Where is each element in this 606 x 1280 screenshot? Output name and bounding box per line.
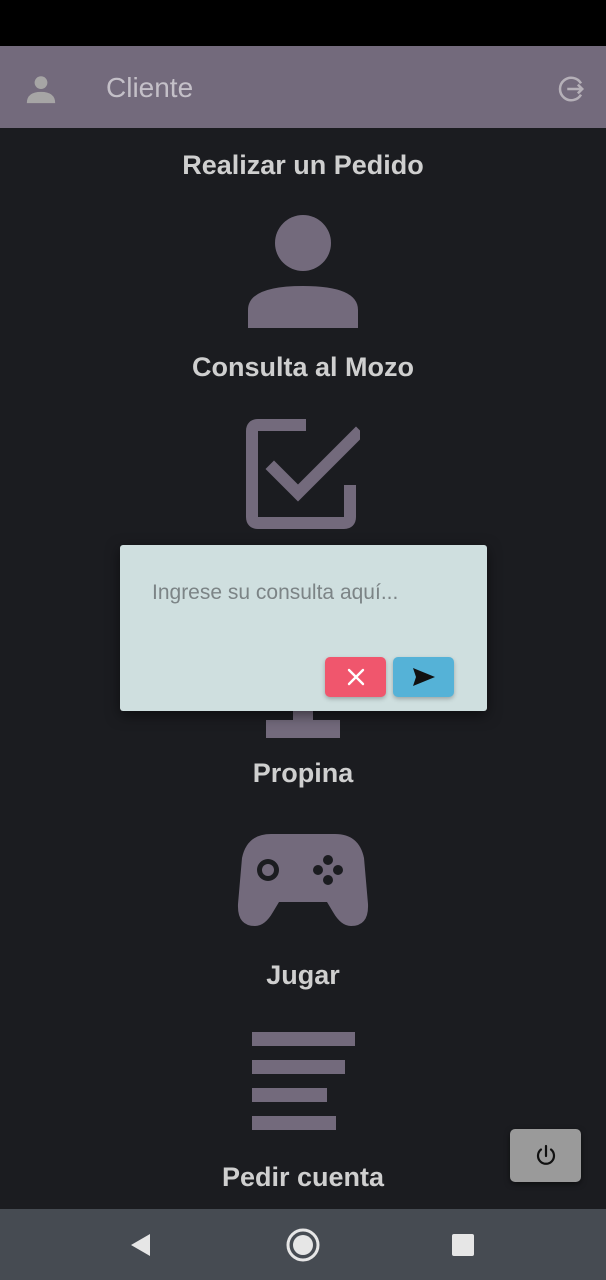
menu-label-consulta-mozo[interactable]: Consulta al Mozo xyxy=(0,350,606,384)
power-button[interactable] xyxy=(510,1129,581,1182)
recents-square-icon[interactable] xyxy=(443,1225,483,1265)
person-icon[interactable] xyxy=(246,214,360,328)
consulta-input[interactable] xyxy=(152,573,452,613)
person-icon[interactable] xyxy=(24,72,58,106)
system-nav-bar xyxy=(0,1209,606,1280)
back-triangle-icon[interactable] xyxy=(122,1225,162,1265)
send-icon xyxy=(412,668,435,686)
close-icon xyxy=(347,668,364,686)
consulta-dialog xyxy=(120,545,487,711)
power-icon xyxy=(536,1144,555,1165)
menu-label-propina[interactable]: Propina xyxy=(0,756,606,790)
screen: Cliente Realizar un Pedido Consulta al M… xyxy=(0,0,606,1280)
status-bar xyxy=(0,0,606,46)
checkbox-check-icon[interactable] xyxy=(246,417,360,531)
menu-label-realizar-pedido[interactable]: Realizar un Pedido xyxy=(0,148,606,182)
app-header: Cliente xyxy=(0,46,606,128)
header-title: Cliente xyxy=(106,72,194,103)
menu-label-jugar[interactable]: Jugar xyxy=(0,958,606,992)
cancel-button[interactable] xyxy=(325,657,386,697)
logout-icon[interactable] xyxy=(556,74,586,104)
send-button[interactable] xyxy=(393,657,454,697)
gamepad-icon[interactable] xyxy=(237,832,369,928)
home-circle-icon[interactable] xyxy=(283,1225,323,1265)
lines-icon[interactable] xyxy=(252,1032,355,1130)
